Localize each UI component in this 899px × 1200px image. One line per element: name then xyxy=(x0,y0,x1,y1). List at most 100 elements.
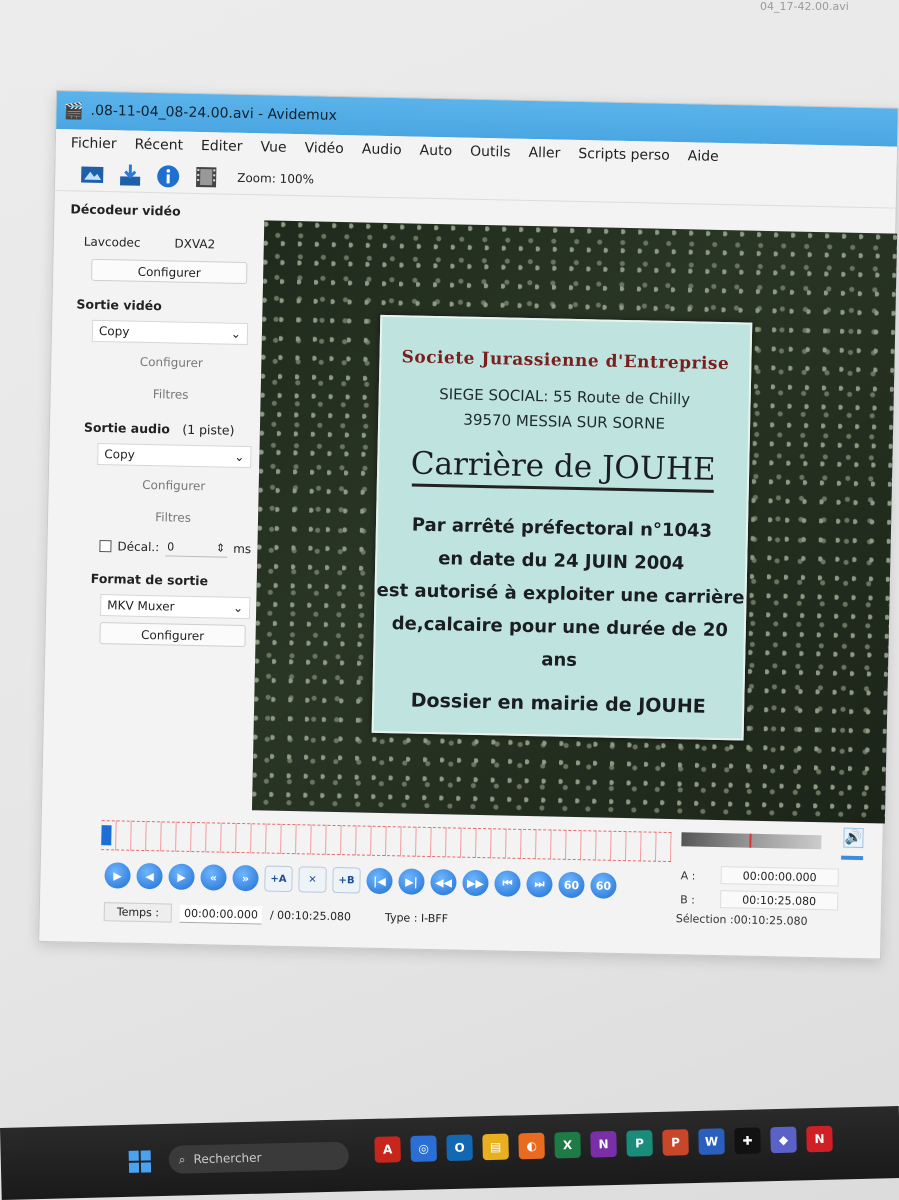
previous-frame-button[interactable]: ◀ xyxy=(136,862,163,890)
audio-codec-select[interactable]: Copy ⌄ xyxy=(97,442,252,469)
audio-codec-value: Copy xyxy=(104,447,135,462)
chevron-down-icon: ⌄ xyxy=(232,600,244,616)
taskbar-app-icon[interactable]: ✚ xyxy=(734,1127,761,1155)
sign-company: Societe Jurassienne d'Entreprise xyxy=(401,347,730,375)
audio-filters-button[interactable]: Filtres xyxy=(88,509,258,527)
set-marker-a-button[interactable]: +A xyxy=(264,865,293,893)
total-time: / 00:10:25.080 xyxy=(269,908,352,924)
taskbar-app-icon[interactable]: N xyxy=(806,1125,833,1153)
set-marker-b-button[interactable]: +B xyxy=(332,866,361,894)
menu-recent[interactable]: Récent xyxy=(125,136,192,154)
decoder-accel: DXVA2 xyxy=(174,236,216,252)
taskbar-app-icon[interactable]: ◆ xyxy=(770,1126,797,1154)
volume-slider[interactable] xyxy=(841,855,864,861)
audio-output-title: Sortie audio (1 piste) xyxy=(84,420,260,439)
status-bar: Temps : 00:00:00.000 / 00:10:25.080 Type… xyxy=(103,902,449,928)
windows-start-icon[interactable] xyxy=(128,1150,152,1173)
container-select[interactable]: MKV Muxer ⌄ xyxy=(99,594,251,620)
menu-audio[interactable]: Audio xyxy=(353,141,411,158)
menu-aide[interactable]: Aide xyxy=(679,148,728,165)
output-format-title: Format de sortie xyxy=(90,570,209,589)
settings-panel: Décodeur vidéo Lavcodec DXVA2 Configurer… xyxy=(42,191,265,815)
next-black-frame-button[interactable]: ▶▶ xyxy=(462,869,489,897)
save-video-icon[interactable] xyxy=(115,161,146,190)
marker-b-value[interactable]: 00:10:25.080 xyxy=(720,890,839,911)
go-marker-b-button[interactable]: ▶| xyxy=(398,868,425,895)
next-frame-button[interactable]: ▶ xyxy=(168,863,195,891)
audio-offset-row: Décal.: 0 ⇕ ms xyxy=(99,537,257,558)
taskbar-app-icon[interactable]: P xyxy=(662,1129,689,1156)
menu-editer[interactable]: Editer xyxy=(192,138,252,155)
audio-track-count: (1 piste) xyxy=(182,421,235,438)
audio-offset-label: Décal.: xyxy=(117,539,160,555)
background-window-fragment: 04_17-42.00.avi xyxy=(760,0,849,13)
window-title: .08-11-04_08-24.00.avi - Avidemux xyxy=(90,102,338,124)
taskbar-search[interactable]: ⌕ Rechercher xyxy=(168,1141,350,1174)
menu-vue[interactable]: Vue xyxy=(251,139,295,156)
format-configure-button[interactable]: Configurer xyxy=(99,622,246,648)
go-start-button[interactable]: ⏮ xyxy=(494,870,521,897)
timeline-cursor[interactable] xyxy=(101,825,112,846)
audio-offset-spinbox[interactable]: 0 ⇕ xyxy=(165,538,228,558)
menu-auto[interactable]: Auto xyxy=(410,142,461,160)
chevron-down-icon: ⌄ xyxy=(234,449,245,465)
playback-controls: ▶ ◀ ▶ « » +A ✕ +B |◀ ▶| ◀◀ ▶▶ ⏮ ⏭ 60 60 xyxy=(104,862,617,899)
previous-black-frame-button[interactable]: ◀◀ xyxy=(430,869,457,896)
video-codec-select[interactable]: Copy ⌄ xyxy=(91,319,249,346)
back-60s-button[interactable]: 60 xyxy=(558,871,585,899)
menu-scripts-perso[interactable]: Scripts perso xyxy=(569,146,679,164)
audio-output-label: Sortie audio xyxy=(83,419,171,437)
previous-keyframe-button[interactable]: « xyxy=(200,864,227,891)
avidemux-window: 🎬 .08-11-04_08-24.00.avi - Avidemux Fich… xyxy=(38,90,899,960)
windows-taskbar: ⌕ Rechercher A ◎ O ▤ ◐ X N P P W ✚ ◆ N xyxy=(0,1106,899,1200)
taskbar-app-icon[interactable]: W xyxy=(698,1128,725,1155)
speaker-icon[interactable]: 🔊 xyxy=(843,827,864,849)
audio-level-meter xyxy=(681,832,822,850)
video-filters-button[interactable]: Filtres xyxy=(81,386,261,404)
audio-configure-button[interactable]: Configurer xyxy=(89,477,259,495)
taskbar-app-icon[interactable]: ▤ xyxy=(482,1133,509,1161)
taskbar-app-icon[interactable]: ◐ xyxy=(518,1132,545,1160)
next-keyframe-button[interactable]: » xyxy=(232,864,259,892)
marker-a-value[interactable]: 00:00:00.000 xyxy=(720,866,839,887)
menu-outils[interactable]: Outils xyxy=(461,143,520,161)
taskbar-app-icon[interactable]: A xyxy=(374,1136,401,1163)
video-decoder-title: Décodeur vidéo xyxy=(70,201,181,219)
taskbar-app-icon[interactable]: ◎ xyxy=(410,1135,437,1162)
film-icon[interactable] xyxy=(191,162,222,191)
video-codec-value: Copy xyxy=(98,323,130,339)
audio-offset-checkbox[interactable] xyxy=(99,540,112,553)
selection-duration: Sélection :00:10:25.080 xyxy=(675,912,808,928)
video-configure-button[interactable]: Configurer xyxy=(81,354,261,372)
taskbar-app-icon[interactable]: O xyxy=(446,1134,473,1162)
menu-fichier[interactable]: Fichier xyxy=(62,135,126,152)
forward-60s-button[interactable]: 60 xyxy=(590,872,617,899)
time-label: Temps : xyxy=(103,902,173,923)
decoder-configure-button[interactable]: Configurer xyxy=(91,258,248,285)
decoder-name: Lavcodec xyxy=(83,234,141,250)
taskbar-app-icon[interactable]: X xyxy=(554,1131,581,1159)
zoom-label: Zoom: 100% xyxy=(237,170,315,186)
taskbar-app-icon[interactable]: P xyxy=(626,1130,653,1157)
marker-a-label: A : xyxy=(680,869,696,883)
current-time-field[interactable]: 00:00:00.000 xyxy=(179,904,263,924)
timeline-slider[interactable] xyxy=(101,820,672,863)
taskbar-app-icon[interactable]: N xyxy=(590,1130,617,1158)
open-video-icon[interactable] xyxy=(77,160,108,189)
info-icon[interactable] xyxy=(153,162,184,191)
sign-title: Carrière de JOUHE xyxy=(410,445,716,488)
audio-offset-value: 0 xyxy=(167,540,175,554)
level-marker xyxy=(749,833,752,848)
search-icon: ⌕ xyxy=(178,1151,186,1167)
chevron-down-icon: ⌄ xyxy=(230,326,242,341)
video-output-title: Sortie vidéo xyxy=(76,296,162,314)
menu-aller[interactable]: Aller xyxy=(519,145,569,162)
delete-selection-button[interactable]: ✕ xyxy=(298,866,327,893)
sign-footer: Dossier en mairie de JOUHE xyxy=(410,689,706,718)
play-button[interactable]: ▶ xyxy=(104,862,131,889)
menu-video[interactable]: Vidéo xyxy=(295,140,353,157)
container-value: MKV Muxer xyxy=(107,598,175,614)
go-end-button[interactable]: ⏭ xyxy=(526,871,553,898)
frame-type: Type : I-BFF xyxy=(384,911,449,926)
go-marker-a-button[interactable]: |◀ xyxy=(366,867,393,895)
